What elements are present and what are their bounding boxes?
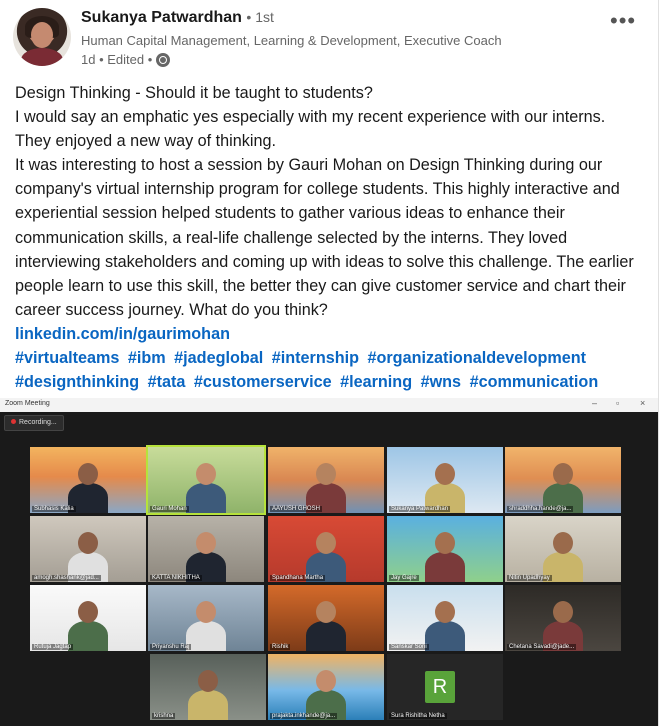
- participant-tile[interactable]: KATTA NIKHITHA: [148, 516, 264, 582]
- author-line: Sukanya Patwardhan • 1st: [81, 9, 274, 27]
- participant-name: Sukanya Patwardhan: [389, 506, 451, 512]
- feed-post: Sukanya Patwardhan • 1st Human Capital M…: [0, 0, 659, 726]
- participant-video: [188, 670, 228, 720]
- avatar-face: [31, 22, 53, 48]
- hashtag[interactable]: #designthinking: [15, 373, 139, 391]
- post-paragraph: They enjoyed a new way of thinking.: [15, 132, 276, 151]
- zoom-window-title: Zoom Meeting: [5, 400, 50, 407]
- author-name[interactable]: Sukanya Patwardhan: [81, 9, 242, 26]
- participant-tile[interactable]: shraddhha.hande@ja...: [505, 447, 621, 513]
- zoom-meeting-image[interactable]: Zoom Meeting – ▫ × Recording... Subhasis…: [0, 398, 658, 726]
- participant-tile[interactable]: Jay Gajre: [387, 516, 503, 582]
- participant-name: Subhasis Kalia: [32, 506, 76, 512]
- participant-name: shraddhha.hande@ja...: [507, 506, 574, 512]
- hashtag[interactable]: #tata: [148, 373, 186, 391]
- hashtag[interactable]: #organizationaldevelopment: [367, 349, 586, 367]
- participant-tile[interactable]: Sanskar Soni: [387, 585, 503, 651]
- participant-tile[interactable]: amogh.shashank@jad...: [30, 516, 146, 582]
- hashtag[interactable]: #ibm: [128, 349, 166, 367]
- participant-video: [425, 601, 465, 651]
- post-body: Design Thinking - Should it be taught to…: [15, 81, 645, 394]
- participant-tile[interactable]: krishna: [150, 654, 266, 720]
- recording-label: Recording...: [19, 419, 57, 426]
- participant-name: Spandhana Martha: [270, 575, 326, 581]
- profile-link[interactable]: linkedin.com/in/gaurimohan: [15, 325, 230, 343]
- hashtag[interactable]: #learning: [340, 373, 412, 391]
- participant-name: Rutuja Jagtap: [32, 644, 74, 650]
- record-dot-icon: [11, 419, 16, 424]
- hashtags-line-1: #virtualteams #ibm #jadeglobal #internsh…: [15, 346, 645, 370]
- participant-tile[interactable]: Spandhana Martha: [268, 516, 384, 582]
- close-icon: ×: [640, 398, 646, 408]
- zoom-title-bar: Zoom Meeting – ▫ ×: [0, 398, 658, 412]
- participant-video: [186, 601, 226, 651]
- participant-tile[interactable]: Gauri Mohan: [146, 445, 266, 515]
- post-meta: 1d • Edited •: [81, 52, 171, 67]
- participant-name: amogh.shashank@jad...: [32, 575, 101, 581]
- participant-name: KATTA NIKHITHA: [150, 575, 202, 581]
- participant-video: [425, 532, 465, 582]
- recording-indicator: Recording...: [4, 415, 64, 431]
- participant-video: [186, 463, 226, 513]
- participant-tile[interactable]: Nitin Upadhyay: [505, 516, 621, 582]
- author-headline: Human Capital Management, Learning & Dev…: [81, 33, 502, 48]
- connection-degree: • 1st: [246, 9, 274, 25]
- participant-tile[interactable]: Chetana Savadi@jade...: [505, 585, 621, 651]
- participant-name: Priyanshu Raj: [150, 644, 192, 650]
- participant-name: AAYUSH GHOSH: [270, 506, 322, 512]
- participant-name: Sura Rishitha Netha: [389, 713, 447, 719]
- participant-tile[interactable]: Rutuja Jagtap: [30, 585, 146, 651]
- post-time: 1d • Edited •: [81, 52, 153, 67]
- hashtag[interactable]: #communication: [470, 373, 599, 391]
- hashtag[interactable]: #virtualteams: [15, 349, 119, 367]
- participant-name: Gauri Mohan: [150, 506, 189, 512]
- participant-name: prajakta.inkhande@ja...: [270, 713, 338, 719]
- post-paragraph: It was interesting to host a session by …: [15, 156, 634, 319]
- hashtag[interactable]: #customerservice: [194, 373, 332, 391]
- participant-tile[interactable]: AAYUSH GHOSH: [268, 447, 384, 513]
- participant-tile[interactable]: Rishik: [268, 585, 384, 651]
- hashtags-line-2: #designthinking #tata #customerservice #…: [15, 370, 645, 394]
- participant-name: Sanskar Soni: [389, 644, 429, 650]
- participant-name: Chetana Savadi@jade...: [507, 644, 577, 650]
- participant-tile[interactable]: R Sura Rishitha Netha: [387, 654, 503, 720]
- more-options-icon[interactable]: •••: [610, 8, 636, 34]
- participant-name: Jay Gajre: [389, 575, 419, 581]
- post-paragraph: I would say an emphatic yes especially w…: [15, 108, 606, 127]
- avatar-body: [21, 48, 63, 66]
- post-paragraph: Design Thinking - Should it be taught to…: [15, 84, 373, 102]
- participant-tile[interactable]: prajakta.inkhande@ja...: [268, 654, 384, 720]
- participant-tile[interactable]: Priyanshu Raj: [148, 585, 264, 651]
- maximize-icon: ▫: [616, 398, 620, 408]
- hashtag[interactable]: #jadeglobal: [174, 349, 263, 367]
- participant-name: Nitin Upadhyay: [507, 575, 552, 581]
- participant-name: krishna: [152, 713, 176, 719]
- participant-tile[interactable]: Subhasis Kalia: [30, 447, 146, 513]
- participant-video: [306, 601, 346, 651]
- participant-name: Rishik: [270, 644, 291, 650]
- globe-icon: [156, 52, 171, 67]
- minimize-icon: –: [592, 398, 598, 408]
- participant-video: [68, 601, 108, 651]
- hashtag[interactable]: #wns: [421, 373, 462, 391]
- author-avatar[interactable]: [13, 8, 71, 66]
- participant-tile[interactable]: Sukanya Patwardhan: [387, 447, 503, 513]
- participant-initial-avatar: R: [425, 671, 455, 703]
- hashtag[interactable]: #internship: [272, 349, 359, 367]
